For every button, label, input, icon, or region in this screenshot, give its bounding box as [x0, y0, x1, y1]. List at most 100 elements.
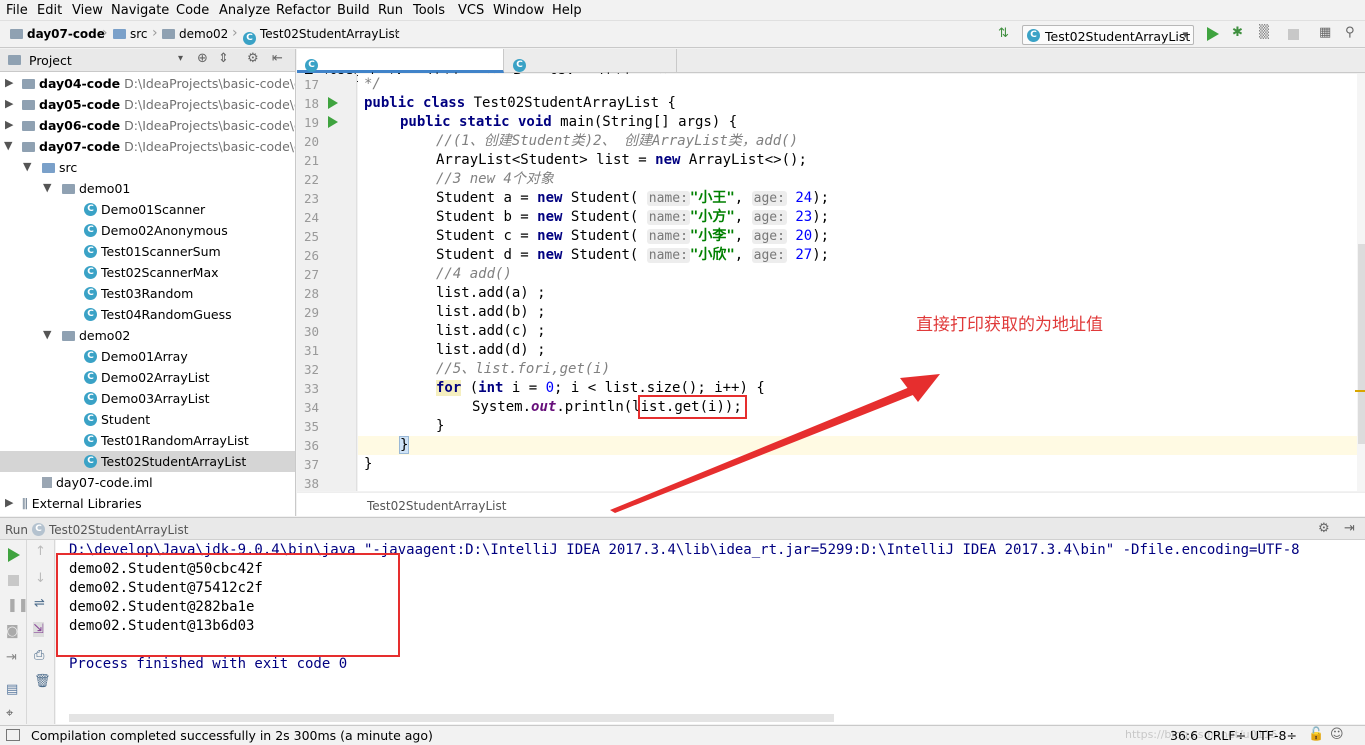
- soft-wrap-icon[interactable]: ⇌: [34, 596, 45, 611]
- chevron-right-icon: ›: [102, 25, 108, 41]
- lock-icon[interactable]: 🔓: [1308, 727, 1324, 742]
- menu-navigate[interactable]: Navigate: [111, 3, 169, 18]
- navigation-bar: day07-code › src › demo02 › C Test02Stude…: [0, 22, 1365, 48]
- code-line: ArrayList<Student> list = new ArrayList<…: [436, 152, 807, 168]
- restore-layout-icon[interactable]: ⇥: [6, 650, 17, 665]
- menu-window[interactable]: Window: [493, 3, 544, 18]
- breadcrumb-class[interactable]: C Test02StudentArrayList: [243, 27, 399, 45]
- chevron-right-icon[interactable]: ▶: [5, 76, 13, 89]
- chevron-down-icon[interactable]: ▼: [43, 181, 51, 194]
- breadcrumb-src[interactable]: src: [113, 27, 148, 41]
- line-number: 19: [303, 115, 319, 130]
- menu-edit[interactable]: Edit: [37, 3, 62, 18]
- pin-icon[interactable]: ⌖: [6, 706, 13, 721]
- arrow-down-icon[interactable]: ↓: [35, 571, 46, 586]
- run-configuration-select[interactable]: C Test02StudentArrayList ▾: [1022, 25, 1194, 45]
- tree-item-file[interactable]: C Demo02Anonymous: [0, 220, 295, 241]
- trash-icon[interactable]: 🗑: [34, 674, 51, 689]
- run-gutter-icon[interactable]: [328, 116, 338, 128]
- breadcrumb-package[interactable]: demo02: [162, 27, 228, 41]
- tree-item-file[interactable]: C Demo02ArrayList: [0, 367, 295, 388]
- inspector-icon[interactable]: ☺: [1330, 727, 1344, 742]
- tab-test02studentarraylist[interactable]: CTest02StudentArrayList.java✕: [297, 49, 504, 85]
- tree-item-file-selected[interactable]: C Test02StudentArrayList: [0, 451, 295, 472]
- run-tab-label[interactable]: Test02StudentArrayList: [49, 523, 188, 537]
- tree-item-file[interactable]: C Test03Random: [0, 283, 295, 304]
- line-separator[interactable]: CRLF÷: [1204, 728, 1246, 743]
- gear-icon[interactable]: ⚙: [1318, 521, 1330, 536]
- class-icon: C: [84, 224, 97, 237]
- library-icon: ⫼: [22, 496, 28, 511]
- tree-item-demo02[interactable]: ▼ demo02: [0, 325, 295, 346]
- package-icon: [62, 184, 75, 194]
- locate-icon[interactable]: ⊕: [197, 51, 208, 66]
- camera-icon[interactable]: ◙: [6, 624, 19, 639]
- rerun-icon[interactable]: [8, 548, 20, 562]
- chevron-right-icon[interactable]: ▶: [5, 496, 13, 509]
- menu-analyze[interactable]: Analyze: [219, 3, 270, 18]
- chevron-right-icon[interactable]: ▶: [5, 97, 13, 110]
- tree-item-file[interactable]: C Demo01Array: [0, 346, 295, 367]
- tree-item-file[interactable]: C Student: [0, 409, 295, 430]
- menu-code[interactable]: Code: [176, 3, 209, 18]
- editor-scrollbar[interactable]: [1355, 74, 1365, 491]
- search-icon[interactable]: ⚲: [1345, 25, 1355, 40]
- tool-window-icon[interactable]: [6, 729, 20, 741]
- menu-file[interactable]: File: [6, 3, 28, 18]
- run-icon[interactable]: [1207, 27, 1219, 41]
- tree-item-file[interactable]: C Test02ScannerMax: [0, 262, 295, 283]
- tree-item-file[interactable]: C Test04RandomGuess: [0, 304, 295, 325]
- menu-tools[interactable]: Tools: [413, 3, 445, 18]
- menu-run[interactable]: Run: [378, 3, 403, 18]
- chevron-down-icon[interactable]: ▼: [43, 328, 51, 341]
- annotation-text: 直接打印获取的为地址值: [916, 315, 1103, 335]
- chevron-down-icon[interactable]: ▼: [4, 139, 12, 152]
- stop-icon[interactable]: [8, 575, 19, 586]
- menu-vcs[interactable]: VCS: [458, 3, 484, 18]
- chevron-right-icon[interactable]: ▶: [5, 118, 13, 131]
- tree-item-day05-code[interactable]: ▶ day05-code D:\IdeaProjects\basic-code\…: [0, 94, 295, 115]
- tree-item-file[interactable]: C Demo03ArrayList: [0, 388, 295, 409]
- menu-build[interactable]: Build: [337, 3, 370, 18]
- source-folder-icon: [42, 163, 55, 173]
- hide-icon[interactable]: ⇥: [1344, 521, 1355, 536]
- arrow-up-icon[interactable]: ↑: [35, 544, 46, 559]
- tree-item-day07-code[interactable]: ▼ day07-code D:\IdeaProjects\basic-code\…: [0, 136, 295, 157]
- tree-item-iml[interactable]: day07-code.iml: [0, 472, 295, 493]
- scroll-to-end-icon[interactable]: ⇲: [33, 622, 44, 637]
- chevron-down-icon[interactable]: ▼: [23, 160, 31, 173]
- stop-icon[interactable]: [1288, 29, 1299, 40]
- module-folder-icon: [22, 100, 35, 110]
- tree-item-day06-code[interactable]: ▶ day06-code D:\IdeaProjects\basic-code\…: [0, 115, 295, 136]
- console-scrollbar[interactable]: [69, 714, 834, 722]
- project-panel-title[interactable]: Project: [29, 53, 72, 68]
- breadcrumb-project[interactable]: day07-code: [10, 27, 105, 41]
- tree-item-src[interactable]: ▼ src: [0, 157, 295, 178]
- tab-demo03arraylist[interactable]: CDemo03ArrayList.java✕: [505, 49, 677, 85]
- menu-refactor[interactable]: Refactor: [276, 3, 331, 18]
- line-number: 29: [303, 305, 319, 320]
- tree-item-file[interactable]: C Demo01Scanner: [0, 199, 295, 220]
- run-gutter-icon[interactable]: [328, 97, 338, 109]
- tree-item-file[interactable]: C Test01RandomArrayList: [0, 430, 295, 451]
- chevron-down-icon[interactable]: ▾: [178, 53, 183, 64]
- caret-position[interactable]: 36:6: [1170, 728, 1198, 743]
- build-icon[interactable]: ⇅: [998, 26, 1009, 41]
- collapse-icon[interactable]: ⇕: [218, 51, 229, 66]
- tree-item-day04-code[interactable]: ▶ day04-code D:\IdeaProjects\basic-code\…: [0, 73, 295, 94]
- coverage-icon[interactable]: ▒: [1259, 25, 1269, 40]
- menu-help[interactable]: Help: [552, 3, 582, 18]
- project-structure-icon[interactable]: ▦: [1319, 25, 1331, 40]
- file-encoding[interactable]: UTF-8÷: [1250, 728, 1297, 743]
- print-icon[interactable]: ⎙: [34, 648, 44, 663]
- gear-icon[interactable]: ⚙: [247, 51, 259, 66]
- menu-view[interactable]: View: [72, 3, 103, 18]
- debug-icon[interactable]: ✱: [1232, 25, 1243, 40]
- tree-item-demo01[interactable]: ▼ demo01: [0, 178, 295, 199]
- layout-icon[interactable]: ▤: [6, 682, 18, 697]
- pause-icon[interactable]: ❚❚: [7, 598, 29, 613]
- hide-icon[interactable]: ⇤: [272, 51, 283, 66]
- tree-item-file[interactable]: C Test01ScannerSum: [0, 241, 295, 262]
- editor-footer-label[interactable]: Test02StudentArrayList: [367, 499, 506, 513]
- tree-item-external-libraries[interactable]: ▶ ⫼ External Libraries: [0, 493, 295, 514]
